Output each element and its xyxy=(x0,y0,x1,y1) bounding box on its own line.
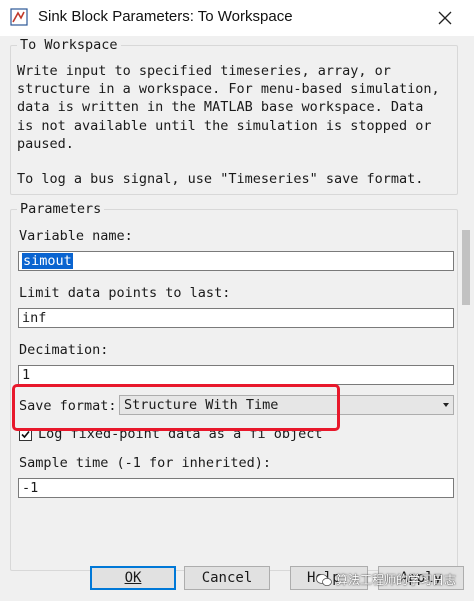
simulink-block-icon xyxy=(10,8,28,26)
window-title: Sink Block Parameters: To Workspace xyxy=(38,8,293,25)
ok-button-label: OK xyxy=(124,570,142,586)
block-description: Write input to specified timeseries, arr… xyxy=(17,63,440,152)
variable-name-field[interactable]: simout xyxy=(18,251,454,271)
variable-name-value: simout xyxy=(22,253,73,269)
sample-time-field[interactable]: -1 xyxy=(18,478,454,498)
wechat-icon xyxy=(316,573,332,586)
log-fixed-point-label: Log fixed-point data as a fi object xyxy=(38,426,323,442)
title-bar: Sink Block Parameters: To Workspace xyxy=(0,0,474,37)
save-format-label: Save format: xyxy=(19,398,117,414)
log-fixed-point-checkbox[interactable] xyxy=(19,428,32,441)
block-group-legend: To Workspace xyxy=(17,37,121,53)
save-format-select[interactable]: Structure With Time xyxy=(119,395,454,415)
chevron-down-icon[interactable] xyxy=(443,403,449,407)
sample-time-label: Sample time (-1 for inherited): xyxy=(19,455,271,471)
cancel-button[interactable]: Cancel xyxy=(184,566,270,590)
cancel-button-label: Cancel xyxy=(201,570,253,586)
variable-name-label: Variable name: xyxy=(19,228,133,244)
close-icon[interactable] xyxy=(430,4,460,32)
ok-button[interactable]: OK xyxy=(90,566,176,590)
decimation-label: Decimation: xyxy=(19,342,109,358)
watermark-text: 算法工程师的学习日志 xyxy=(336,573,457,587)
save-format-value: Structure With Time xyxy=(124,397,279,413)
watermark: 算法工程师的学习日志 xyxy=(316,571,456,588)
scrollbar-thumb[interactable] xyxy=(462,230,470,305)
bus-signal-hint: To log a bus signal, use "Timeseries" sa… xyxy=(17,171,424,187)
limit-data-points-label: Limit data points to last: xyxy=(19,285,231,301)
parameters-legend: Parameters xyxy=(17,201,105,217)
limit-data-points-field[interactable]: inf xyxy=(18,308,454,328)
checkmark-icon xyxy=(21,430,30,439)
decimation-field[interactable]: 1 xyxy=(18,365,454,385)
